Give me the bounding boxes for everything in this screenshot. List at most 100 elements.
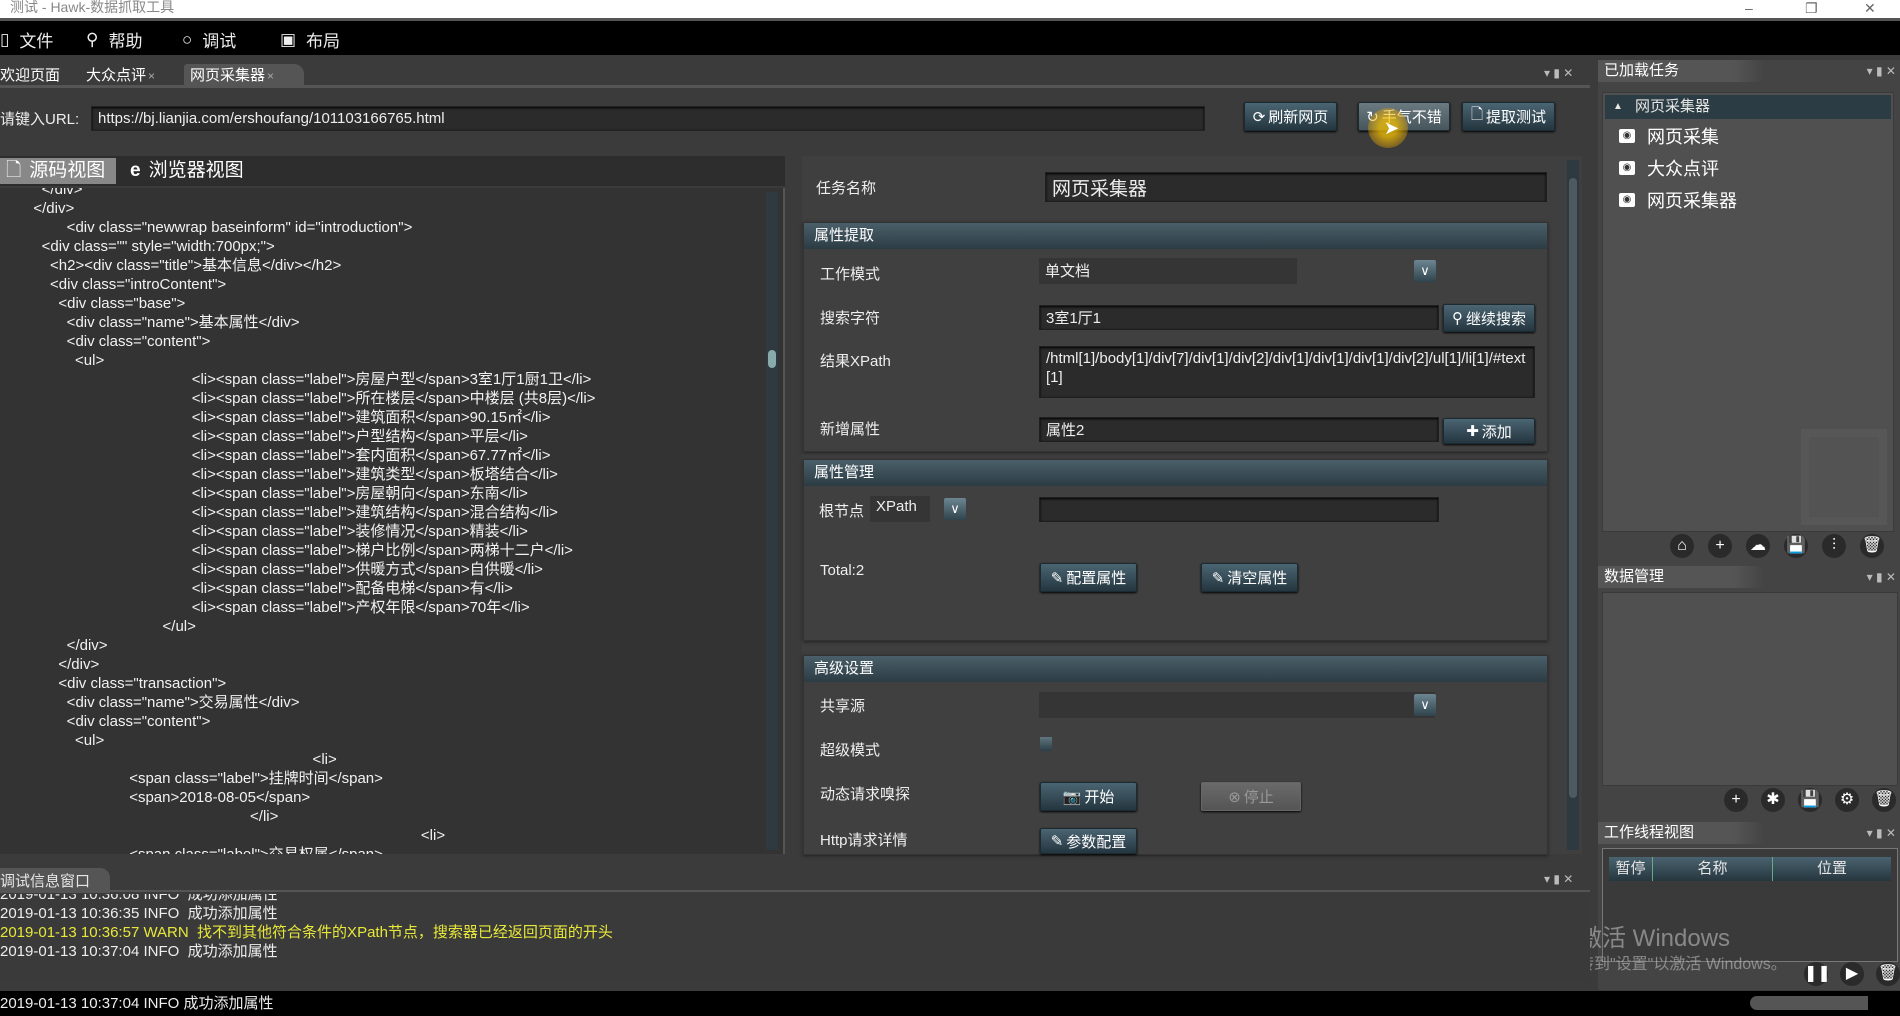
code-line: <div class="name">交易属性</div> <box>0 694 300 711</box>
task-name-label: 任务名称 <box>816 180 877 197</box>
pane-controls[interactable]: ▾ ▮ ✕ <box>1867 566 1896 588</box>
super-mode-checkbox[interactable] <box>1040 737 1052 751</box>
root-xpath-input[interactable] <box>1039 497 1439 522</box>
button-label: 参数配置 <box>1066 833 1127 851</box>
trash-icon[interactable]: 🗑 <box>1876 962 1900 986</box>
activation-watermark-sub: 转到"设置"以激活 Windows。 <box>1578 956 1787 973</box>
task-item[interactable]: ◉ 大众点评 <box>1603 153 1893 185</box>
close-icon[interactable]: × <box>148 69 155 83</box>
param-config-button[interactable]: ✎ 参数配置 <box>1040 828 1137 854</box>
home-icon[interactable]: ⌂ <box>1670 534 1694 558</box>
view-tabs: 🗋 源码视图 e 浏览器视图 <box>0 156 785 186</box>
scroll-thumb[interactable] <box>768 350 776 368</box>
maximize-button[interactable]: ❐ <box>1805 0 1818 17</box>
chevron-down-icon[interactable]: ∨ <box>944 498 966 520</box>
save-icon[interactable]: 💾 <box>1798 788 1822 812</box>
tab-browser-view[interactable]: e 浏览器视图 <box>124 158 250 184</box>
add-attr-button[interactable]: ✚ 添加 <box>1443 418 1535 444</box>
code-line: </div> <box>0 188 83 198</box>
collapse-icon[interactable]: ▲ <box>1613 95 1623 119</box>
chevron-down-icon[interactable]: ∨ <box>1414 260 1436 282</box>
pane-controls[interactable]: ▾ ▮ ✕ <box>1544 872 1573 886</box>
debug-log[interactable]: 2019-01-13 10:36:08 INFO 成功添加属性 2019-01-1… <box>0 894 1590 982</box>
pause-icon[interactable]: ❚❚ <box>1804 962 1831 986</box>
ie-icon: e <box>130 160 141 181</box>
code-line: <li><span class="label">所在楼层</span>中楼层 (… <box>0 390 596 407</box>
tab-source-view[interactable]: 🗋 源码视图 <box>0 158 116 184</box>
extract-test-button[interactable]: 🗋 提取测试 <box>1462 102 1555 131</box>
close-window-button[interactable]: ✕ <box>1864 0 1876 17</box>
code-line: <li><span class="label">房屋朝向</span>东南</l… <box>0 485 528 502</box>
menu-debug[interactable]: ○ 调试 <box>182 27 236 52</box>
button-label: 继续搜索 <box>1465 310 1526 328</box>
pane-controls[interactable]: ▾ ▮ ✕ <box>1867 822 1896 844</box>
tree-group[interactable]: ▲ 网页采集器 <box>1605 95 1891 119</box>
column-name[interactable]: 名称 <box>1653 857 1773 881</box>
menu-layout[interactable]: ▣ 布局 <box>280 27 340 52</box>
plus-icon[interactable]: + <box>1724 788 1748 812</box>
menu-file[interactable]: ▯ 文件 <box>0 27 53 52</box>
code-line: </div> <box>0 200 75 217</box>
code-line: </ul> <box>0 618 196 635</box>
mode-select[interactable]: 单文档 <box>1039 258 1297 284</box>
start-sniff-button[interactable]: 📷 开始 <box>1040 782 1137 811</box>
tab-label: 大众点评 <box>86 67 147 84</box>
data-mgmt-title: 数据管理 ▾ ▮ ✕ <box>1598 566 1900 588</box>
button-label: 配置属性 <box>1066 570 1127 587</box>
chevron-down-icon[interactable]: ∨ <box>1414 694 1436 716</box>
xpath-result[interactable]: /html[1]/body[1]/div[7]/div[1]/div[2]/di… <box>1039 346 1535 398</box>
menu-bar: ▯ 文件 ⚲ 帮助 ○ 调试 ▣ 布局 <box>0 18 1900 55</box>
stop-sniff-button[interactable]: ⊗ 停止 <box>1201 782 1301 811</box>
url-input[interactable] <box>91 106 1205 131</box>
code-line: </div> <box>0 656 100 673</box>
code-line: </div> <box>0 637 108 654</box>
trash-icon[interactable]: 🗑 <box>1872 788 1896 812</box>
share-select[interactable] <box>1039 692 1435 718</box>
code-line: <li><span class="label">建筑类型</span>板塔结合<… <box>0 466 558 483</box>
task-label: 大众点评 <box>1647 159 1719 179</box>
pencil-icon: ✎ <box>1050 569 1064 587</box>
sliders-icon[interactable]: ⫶ <box>1822 534 1846 558</box>
code-line: <li><span class="label">房屋户型</span>3室1厅1… <box>0 371 592 388</box>
scroll-thumb[interactable] <box>1569 178 1577 798</box>
clear-attr-button[interactable]: ✎ 清空属性 <box>1201 563 1298 592</box>
tab-welcome[interactable]: 欢迎页面 <box>0 64 66 88</box>
task-item[interactable]: ◉ 网页采集 <box>1603 121 1893 153</box>
data-list[interactable] <box>1602 592 1898 786</box>
pane-controls[interactable]: ▾ ▮ ✕ <box>1544 66 1573 80</box>
menu-help[interactable]: ⚲ 帮助 <box>86 27 142 52</box>
asterisk-icon[interactable]: ✱ <box>1761 788 1785 812</box>
tab-label: 源码视图 <box>29 160 106 181</box>
button-label: 刷新网页 <box>1268 109 1329 126</box>
add-cloud-icon[interactable]: ☁ <box>1746 534 1770 558</box>
trash-icon[interactable]: 🗑 <box>1860 534 1884 558</box>
pane-controls[interactable]: ▾ ▮ ✕ <box>1867 60 1896 82</box>
plus-icon: ✚ <box>1466 423 1479 440</box>
minimize-button[interactable]: – <box>1745 0 1753 16</box>
code-scrollbar[interactable] <box>766 192 778 850</box>
column-pause[interactable]: 暂停 <box>1609 857 1653 881</box>
tab-web-collector[interactable]: 网页采集器 × <box>184 64 304 88</box>
source-code-view[interactable]: </div> </div> <div class="newwrap basein… <box>0 188 785 854</box>
gear-icon[interactable]: ⚙ <box>1835 788 1859 812</box>
menu-label: 文件 <box>19 32 54 51</box>
menu-label: 布局 <box>306 32 341 51</box>
save-icon[interactable]: 💾 <box>1784 534 1808 558</box>
task-item[interactable]: ◉ 网页采集器 <box>1603 185 1893 217</box>
http-detail-label: Http请求详情 <box>820 832 908 849</box>
task-name-input[interactable] <box>1045 172 1547 202</box>
root-mode-select[interactable]: XPath <box>870 496 930 522</box>
section-title: 属性提取 <box>804 223 1547 249</box>
search-input[interactable] <box>1039 305 1439 330</box>
tab-label: 网页采集器 <box>190 67 266 84</box>
config-attr-button[interactable]: ✎ 配置属性 <box>1040 563 1137 592</box>
play-icon[interactable]: ▶ <box>1840 962 1864 986</box>
continue-search-button[interactable]: ⚲ 继续搜索 <box>1443 304 1535 332</box>
column-position[interactable]: 位置 <box>1773 857 1891 881</box>
new-attr-input[interactable] <box>1039 417 1439 442</box>
close-icon[interactable]: × <box>267 69 274 83</box>
plus-icon[interactable]: + <box>1708 534 1732 558</box>
tab-dianping[interactable]: 大众点评 × <box>80 64 161 88</box>
refresh-button[interactable]: ⟳ 刷新网页 <box>1244 102 1337 131</box>
log-line: 2019-01-13 10:37:04 INFO 成功添加属性 <box>0 943 278 960</box>
